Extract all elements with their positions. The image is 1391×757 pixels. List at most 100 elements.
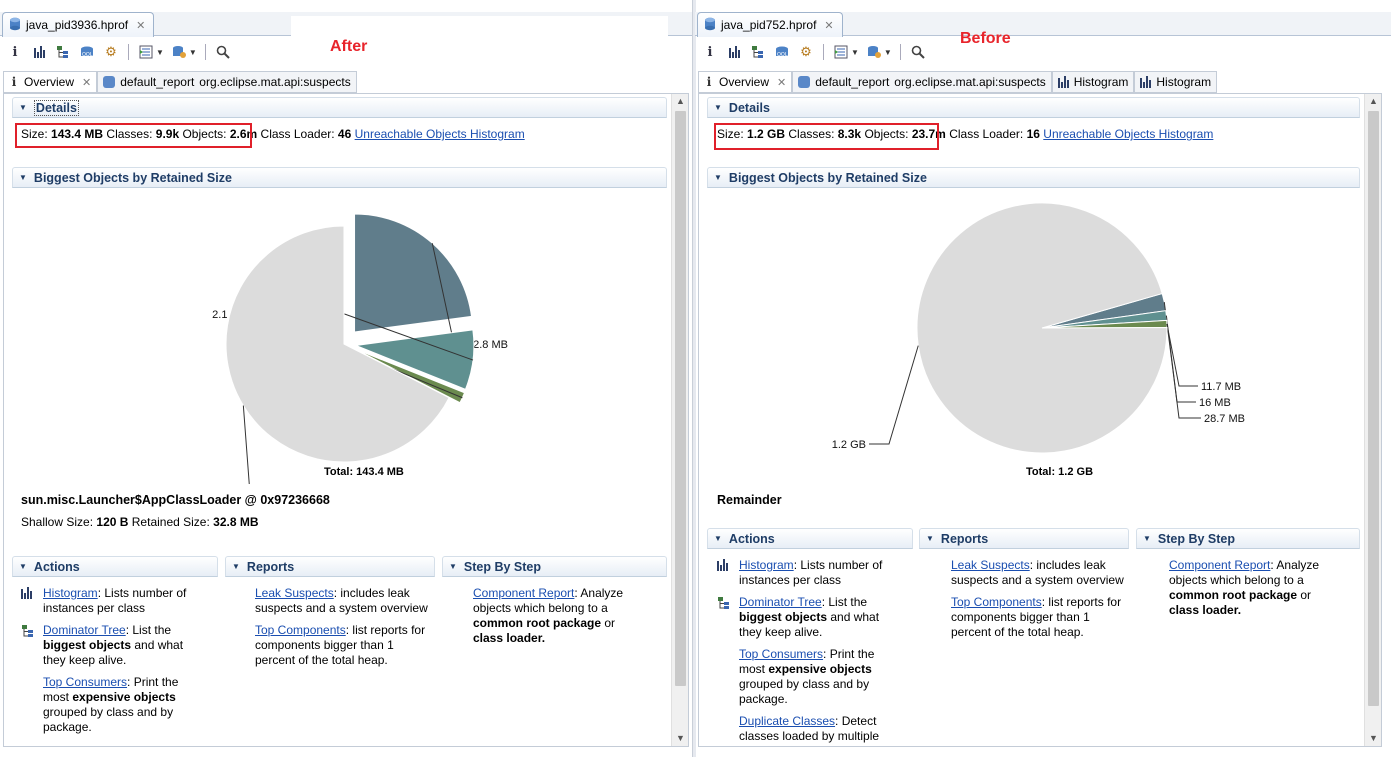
details-section-header[interactable]: ▼ Details <box>707 97 1360 118</box>
reports-section-header[interactable]: ▼ Reports <box>225 556 435 577</box>
top-components-link[interactable]: Top Components <box>951 595 1042 609</box>
dominator-tree-icon <box>717 596 731 614</box>
unreachable-objects-link[interactable]: Unreachable Objects Histogram <box>355 127 525 141</box>
pie-slice[interactable] <box>354 213 473 333</box>
dominator-tree-link[interactable]: Dominator Tree <box>739 595 822 609</box>
tab-report-id: org.eclipse.mat.api:suspects <box>199 75 351 89</box>
step-by-step-section-header[interactable]: ▼ Step By Step <box>1136 528 1360 549</box>
close-icon[interactable]: ✕ <box>82 76 91 89</box>
dominator-tree-link[interactable]: Dominator Tree <box>43 623 126 637</box>
step-by-step-header-label: Step By Step <box>463 559 542 574</box>
component-report-link[interactable]: Component Report <box>1169 558 1270 572</box>
component-report-link[interactable]: Component Report <box>473 586 574 600</box>
retained-size-label: Retained Size: <box>131 515 210 529</box>
selected-object-name: sun.misc.Launcher$AppClassLoader @ 0x972… <box>21 493 330 507</box>
chevron-down-icon[interactable]: ▼ <box>672 733 688 743</box>
chart-total-label: Total: 143.4 MB <box>324 466 404 478</box>
search-icon[interactable] <box>214 43 232 61</box>
component-report-end: . <box>1237 603 1242 617</box>
chevron-down-icon: ▼ <box>714 103 722 112</box>
pie-leader-line <box>869 345 919 445</box>
heap-dump-icon[interactable] <box>865 43 883 61</box>
details-section-header[interactable]: ▼ Details <box>12 97 667 118</box>
duplicate-classes-link[interactable]: Duplicate Classes <box>739 714 835 728</box>
close-icon[interactable]: ✕ <box>136 19 145 32</box>
histogram-icon[interactable] <box>30 43 48 61</box>
chart-total-label: Total: 1.2 GB <box>1026 466 1094 478</box>
svg-text:OQL: OQL <box>82 52 93 58</box>
info-icon[interactable]: i <box>701 43 719 61</box>
tab-report-name: default_report <box>815 75 890 89</box>
tab-default-report[interactable]: default_report org.eclipse.mat.api:suspe… <box>97 71 357 92</box>
toolbar-separator <box>128 44 129 60</box>
editor-tab-java-pid3936[interactable]: java_pid3936.hprof ✕ <box>2 12 155 37</box>
top-consumers-link[interactable]: Top Consumers <box>43 675 127 689</box>
left-editor-panel: java_pid3936.hprof ✕ i OQL ⚙ ▼ ▼ After i… <box>0 0 693 757</box>
editor-tab-label: java_pid3936.hprof <box>26 18 129 32</box>
chevron-down-icon[interactable]: ▼ <box>884 48 892 57</box>
component-report-bold-2: class loader <box>473 631 542 645</box>
histogram-link[interactable]: Histogram <box>43 586 98 600</box>
tab-overview[interactable]: i Overview ✕ <box>3 71 98 92</box>
dominator-bold: biggest objects <box>739 610 828 624</box>
top-components-link[interactable]: Top Components <box>255 623 346 637</box>
chevron-down-icon: ▼ <box>714 534 722 543</box>
query-browser-icon[interactable] <box>832 43 850 61</box>
tab-histogram-1[interactable]: Histogram <box>1051 71 1135 92</box>
dominator-description: : List the <box>821 595 868 609</box>
chevron-up-icon[interactable]: ▲ <box>672 96 688 106</box>
gear-icon[interactable]: ⚙ <box>797 43 815 61</box>
biggest-objects-section-header[interactable]: ▼ Biggest Objects by Retained Size <box>12 167 667 188</box>
annotation-before-label: Before <box>960 30 1011 47</box>
scrollbar-thumb[interactable] <box>1368 111 1379 706</box>
histogram-link[interactable]: Histogram <box>739 558 794 572</box>
info-icon[interactable]: i <box>6 43 24 61</box>
oql-icon[interactable]: OQL <box>773 43 791 61</box>
heap-dump-icon[interactable] <box>170 43 188 61</box>
dominator-tree-icon[interactable] <box>749 43 767 61</box>
top-consumers-link[interactable]: Top Consumers <box>739 647 823 661</box>
vertical-scrollbar[interactable]: ▲ ▼ <box>1364 94 1381 746</box>
pie-slice[interactable] <box>916 202 1168 454</box>
reports-section-header[interactable]: ▼ Reports <box>919 528 1129 549</box>
shallow-size-value: 120 B <box>96 515 129 529</box>
tab-default-report[interactable]: default_report org.eclipse.mat.api:suspe… <box>792 71 1052 92</box>
oql-icon[interactable]: OQL <box>78 43 96 61</box>
retained-size-pie-chart[interactable]: 32.8 MB11.7 MB2.1 MB96.7 MB <box>4 194 672 484</box>
chevron-down-icon[interactable]: ▼ <box>1365 733 1381 743</box>
chevron-down-icon[interactable]: ▼ <box>156 48 164 57</box>
chevron-down-icon[interactable]: ▼ <box>189 48 197 57</box>
vertical-scrollbar[interactable]: ▲ ▼ <box>671 94 688 746</box>
close-icon[interactable]: ✕ <box>777 76 786 89</box>
histogram-icon[interactable] <box>725 43 743 61</box>
consumers-description-end: grouped by class and by package. <box>43 705 174 734</box>
consumers-bold: expensive objects <box>72 690 176 704</box>
leak-suspects-link[interactable]: Leak Suspects <box>255 586 334 600</box>
report-top-components: Top Components: list reports for compone… <box>255 623 430 668</box>
search-icon[interactable] <box>909 43 927 61</box>
component-report-end: . <box>541 631 546 645</box>
unreachable-objects-link[interactable]: Unreachable Objects Histogram <box>1043 127 1213 141</box>
toolbar-separator <box>204 44 206 60</box>
gear-icon[interactable]: ⚙ <box>102 43 120 61</box>
tab-overview[interactable]: i Overview ✕ <box>698 71 793 92</box>
chevron-up-icon[interactable]: ▲ <box>1365 96 1381 106</box>
chevron-down-icon[interactable]: ▼ <box>851 48 859 57</box>
retained-size-pie-chart[interactable]: 28.7 MB 16 MB 11.7 MB 1.2 GB <box>699 194 1363 484</box>
actions-section-header[interactable]: ▼ Actions <box>12 556 218 577</box>
close-icon[interactable]: ✕ <box>824 19 833 32</box>
selected-object-sizes: Shallow Size: 120 B Retained Size: 32.8 … <box>21 515 259 529</box>
dominator-tree-icon[interactable] <box>54 43 72 61</box>
chevron-down-icon: ▼ <box>926 534 934 543</box>
editor-tab-java-pid752[interactable]: java_pid752.hprof ✕ <box>697 12 843 37</box>
query-browser-icon[interactable] <box>137 43 155 61</box>
pie-slice-label: 16 MB <box>1199 397 1231 409</box>
scrollbar-thumb[interactable] <box>675 111 686 686</box>
leak-suspects-link[interactable]: Leak Suspects <box>951 558 1030 572</box>
tab-histogram-2[interactable]: Histogram <box>1134 71 1218 92</box>
actions-section-header[interactable]: ▼ Actions <box>707 528 913 549</box>
biggest-objects-section-header[interactable]: ▼ Biggest Objects by Retained Size <box>707 167 1360 188</box>
tab-overview-label: Overview <box>24 75 75 89</box>
overview-content: ▼ Details Size: 143.4 MB Classes: 9.9k O… <box>3 93 689 747</box>
step-by-step-section-header[interactable]: ▼ Step By Step <box>442 556 667 577</box>
